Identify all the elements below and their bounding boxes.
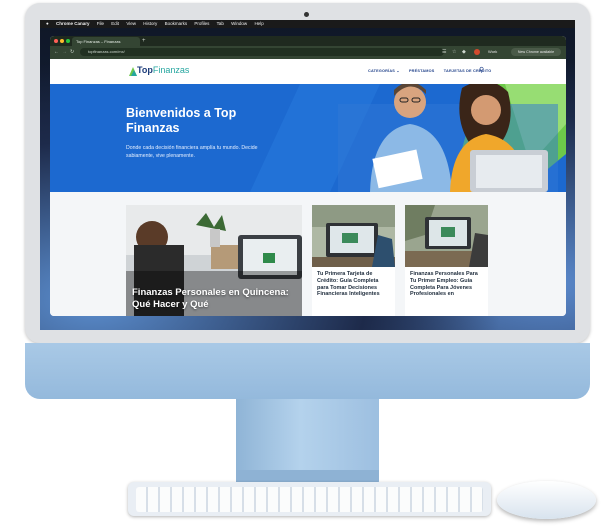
maximize-window-icon[interactable] (66, 39, 70, 43)
nav-item-categorias[interactable]: CATEGORÍAS ⌄ (368, 69, 400, 73)
menubar-item-help[interactable]: Help (254, 21, 263, 26)
article-card-featured[interactable]: Finanzas Personales en Quincena: Qué Hac… (126, 205, 302, 316)
browser-toolbar: ← → ↻ topfinanzas.com/mx/ ☰ ☆ ◆ Work New… (50, 46, 566, 59)
nav-item-prestamos[interactable]: PRÉSTAMOS (409, 69, 435, 73)
articles-section: Finanzas Personales en Quincena: Qué Hac… (50, 192, 566, 316)
browser-window: Top Finanzas – Finanzas + ← → ↻ topfinan… (50, 36, 566, 316)
imac-chin (25, 343, 590, 399)
minimize-window-icon[interactable] (60, 39, 64, 43)
extensions-icon[interactable]: ◆ (462, 48, 466, 56)
menubar-app-name[interactable]: Chrome Canary (56, 21, 90, 26)
hero-people-photo (338, 84, 558, 192)
back-icon[interactable]: ← (54, 48, 59, 56)
address-bar[interactable]: topfinanzas.com/mx/ (80, 48, 444, 56)
menubar-item-edit[interactable]: Edit (111, 21, 119, 26)
profile-avatar[interactable] (474, 49, 480, 55)
hero-banner: Bienvenidos a Top Finanzas Donde cada de… (50, 84, 566, 192)
article-card-3[interactable]: Finanzas Personales Para Tu Primer Emple… (405, 205, 488, 316)
new-tab-icon[interactable]: + (142, 36, 146, 46)
url-text: topfinanzas.com/mx/ (88, 49, 125, 54)
menubar-item-window[interactable]: Window (231, 21, 247, 26)
nav-item-tarjetas[interactable]: TARJETAS DE CRÉDITO (444, 69, 492, 73)
menubar-item-bookmarks[interactable]: Bookmarks (165, 21, 188, 26)
site-logo[interactable]: TopFinanzas (128, 63, 190, 80)
keyboard-keys (136, 487, 483, 512)
article-image-3 (405, 205, 488, 267)
profile-label[interactable]: Work (488, 48, 508, 56)
tab-bar: Top Finanzas – Finanzas + (50, 36, 566, 46)
hero-title: Bienvenidos a Top Finanzas (126, 106, 237, 135)
menubar-item-view[interactable]: View (126, 21, 136, 26)
article-title-3: Finanzas Personales Para Tu Primer Emple… (410, 271, 478, 298)
reload-icon[interactable]: ↻ (70, 48, 74, 56)
site-header: TopFinanzas CATEGORÍAS ⌄ PRÉSTAMOS TARJE… (50, 59, 566, 84)
browser-tab[interactable]: Top Finanzas – Finanzas (72, 37, 140, 46)
hero-subtitle: Donde cada decisión financiera amplía tu… (126, 145, 258, 159)
menubar-item-file[interactable]: File (97, 21, 104, 26)
close-window-icon[interactable] (54, 39, 58, 43)
mouse (497, 481, 596, 519)
apple-icon[interactable]: ● (46, 21, 49, 26)
logo-text: TopFinanzas (137, 65, 190, 75)
menubar-item-history[interactable]: History (143, 21, 157, 26)
forward-icon[interactable]: → (62, 48, 67, 56)
tab-title: Top Finanzas – Finanzas (76, 39, 121, 44)
screen: ● Chrome Canary File Edit View History B… (40, 20, 575, 330)
translate-icon[interactable]: ☰ (442, 48, 446, 56)
article-card-2[interactable]: Tu Primera Tarjeta de Crédito: Guía Comp… (312, 205, 395, 316)
bookmark-star-icon[interactable]: ☆ (452, 48, 456, 56)
article-image-2 (312, 205, 395, 267)
menubar-item-profiles[interactable]: Profiles (194, 21, 209, 26)
camera-icon (304, 12, 309, 17)
article-title-2: Tu Primera Tarjeta de Crédito: Guía Comp… (317, 271, 380, 298)
menubar-item-tab[interactable]: Tab (217, 21, 224, 26)
search-icon[interactable]: ⚲ (479, 67, 484, 75)
macos-menubar: ● Chrome Canary File Edit View History B… (40, 20, 575, 28)
article-title-featured: Finanzas Personales en Quincena: Qué Hac… (132, 287, 289, 310)
update-chrome-button[interactable]: New Chrome available (511, 48, 561, 56)
